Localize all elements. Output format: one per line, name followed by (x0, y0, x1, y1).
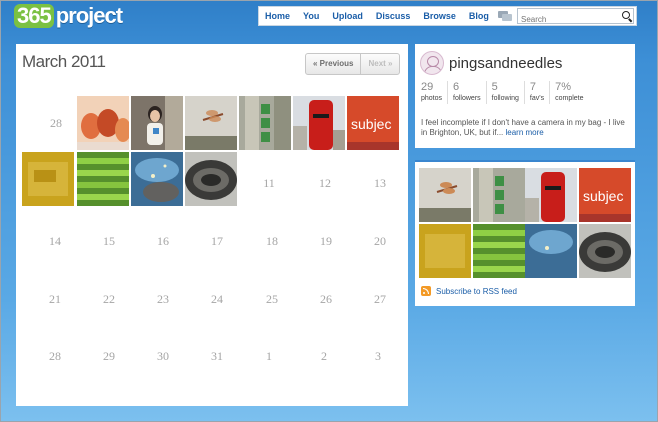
calendar-day: 14 (49, 234, 61, 248)
recent-thumb-dragonfly[interactable] (419, 168, 471, 222)
calendar-day: 28 (49, 349, 61, 363)
chat-icon[interactable] (497, 11, 512, 21)
stat-favs[interactable]: 7 fav's (529, 81, 551, 104)
calendar-day: 16 (157, 234, 169, 248)
svg-text:subjec: subjec (583, 188, 623, 204)
nav-discuss[interactable]: Discuss (370, 7, 418, 25)
learn-more-link[interactable]: learn more (506, 128, 544, 137)
nav-home[interactable]: Home (259, 7, 297, 25)
stat-label: following (491, 95, 519, 102)
recent-thumb-yellow[interactable] (419, 224, 471, 278)
stat-number: 29 (421, 81, 434, 93)
calendar-day: 20 (374, 234, 386, 248)
profile-bio: I feel incomplete if I don't have a came… (421, 118, 629, 138)
profile-stats: 29 photos 6 followers 5 following 7 fav'… (421, 81, 594, 104)
calendar-day: 30 (157, 349, 169, 363)
calendar-day: 19 (320, 234, 332, 248)
calendar-day: 15 (103, 234, 115, 248)
avatar[interactable] (420, 51, 444, 75)
calendar-day: 1 (266, 349, 272, 363)
calendar-day: 13 (374, 176, 386, 190)
calendar-day: 2 (321, 349, 327, 363)
stat-label: followers (453, 95, 481, 102)
rss-icon (421, 286, 431, 296)
photo-thumb-tyre[interactable] (185, 152, 237, 206)
search-input[interactable] (518, 12, 620, 27)
nav-you[interactable]: You (297, 7, 326, 25)
stat-following[interactable]: 5 following (492, 81, 525, 104)
search-box[interactable] (517, 8, 634, 27)
calendar-title: March 2011 (22, 52, 106, 71)
month-pager: « Previous Next » (305, 53, 401, 75)
recent-thumb-postbox[interactable] (525, 168, 577, 222)
recent-photos-panel: subjec Subscribe to RSS feed (415, 160, 635, 306)
stat-label: photos (421, 95, 443, 102)
nav-browse[interactable]: Browse (417, 7, 463, 25)
recent-thumb-sign[interactable]: subjec (579, 168, 631, 222)
photo-thumb-sky[interactable] (131, 152, 183, 206)
stat-label: complete (555, 95, 584, 102)
recent-thumb-tyre[interactable] (579, 224, 631, 278)
stat-label: fav's (529, 95, 545, 102)
calendar-day: 18 (266, 234, 278, 248)
logo-number: 365 (14, 4, 54, 28)
stat-complete: 7% complete (555, 81, 588, 104)
calendar-day: 31 (211, 349, 223, 363)
calendar-day: 22 (103, 292, 115, 306)
calendar-day: 29 (103, 349, 115, 363)
calendar-day: 25 (266, 292, 278, 306)
calendar-day: 3 (375, 349, 381, 363)
stat-photos[interactable]: 29 photos (421, 81, 449, 104)
calendar-day: 24 (211, 292, 223, 306)
calendar-day: 21 (49, 292, 61, 306)
photo-thumb-girl[interactable] (131, 96, 183, 150)
photo-thumb-bottles[interactable] (239, 96, 291, 150)
calendar-day: 17 (211, 234, 223, 248)
photo-thumb-sweets[interactable] (77, 96, 129, 150)
calendar-day: 12 (319, 176, 331, 190)
photo-thumb-asparagus[interactable] (77, 152, 129, 206)
nav-upload[interactable]: Upload (326, 7, 370, 25)
nav-blog[interactable]: Blog (463, 7, 496, 25)
profile-panel: pingsandneedles 29 photos 6 followers 5 … (415, 44, 635, 148)
previous-button[interactable]: « Previous (306, 54, 360, 74)
calendar-day: 28 (50, 116, 62, 130)
stat-number: 7 (529, 81, 537, 93)
logo-word: project (55, 3, 123, 28)
profile-username[interactable]: pingsandneedles (449, 55, 562, 72)
recent-thumb-asparagus[interactable] (473, 224, 525, 278)
rss-subscribe-link[interactable]: Subscribe to RSS feed (421, 286, 517, 296)
recent-thumb-sky[interactable] (525, 224, 577, 278)
calendar-panel: March 2011 « Previous Next » 28 subjec 1… (16, 44, 408, 406)
calendar-day: 27 (374, 292, 386, 306)
rss-label: Subscribe to RSS feed (436, 286, 517, 296)
calendar-day: 23 (157, 292, 169, 306)
recent-thumb-bottles[interactable] (473, 168, 525, 222)
svg-text:subjec: subjec (351, 116, 391, 132)
search-icon[interactable] (622, 11, 630, 19)
site-logo[interactable]: 365 project (14, 3, 123, 29)
stat-number: 7% (555, 81, 571, 93)
stat-number: 6 (453, 81, 460, 93)
photo-thumb-sign[interactable]: subjec (347, 96, 399, 150)
calendar-day: 26 (320, 292, 332, 306)
photo-thumb-postbox[interactable] (293, 96, 345, 150)
next-button: Next » (360, 54, 399, 74)
calendar-day: 11 (263, 176, 275, 190)
stat-followers[interactable]: 6 followers (453, 81, 487, 104)
photo-thumb-dragonfly[interactable] (185, 96, 237, 150)
photo-thumb-yellow[interactable] (22, 152, 74, 206)
stat-number: 5 (491, 81, 498, 93)
